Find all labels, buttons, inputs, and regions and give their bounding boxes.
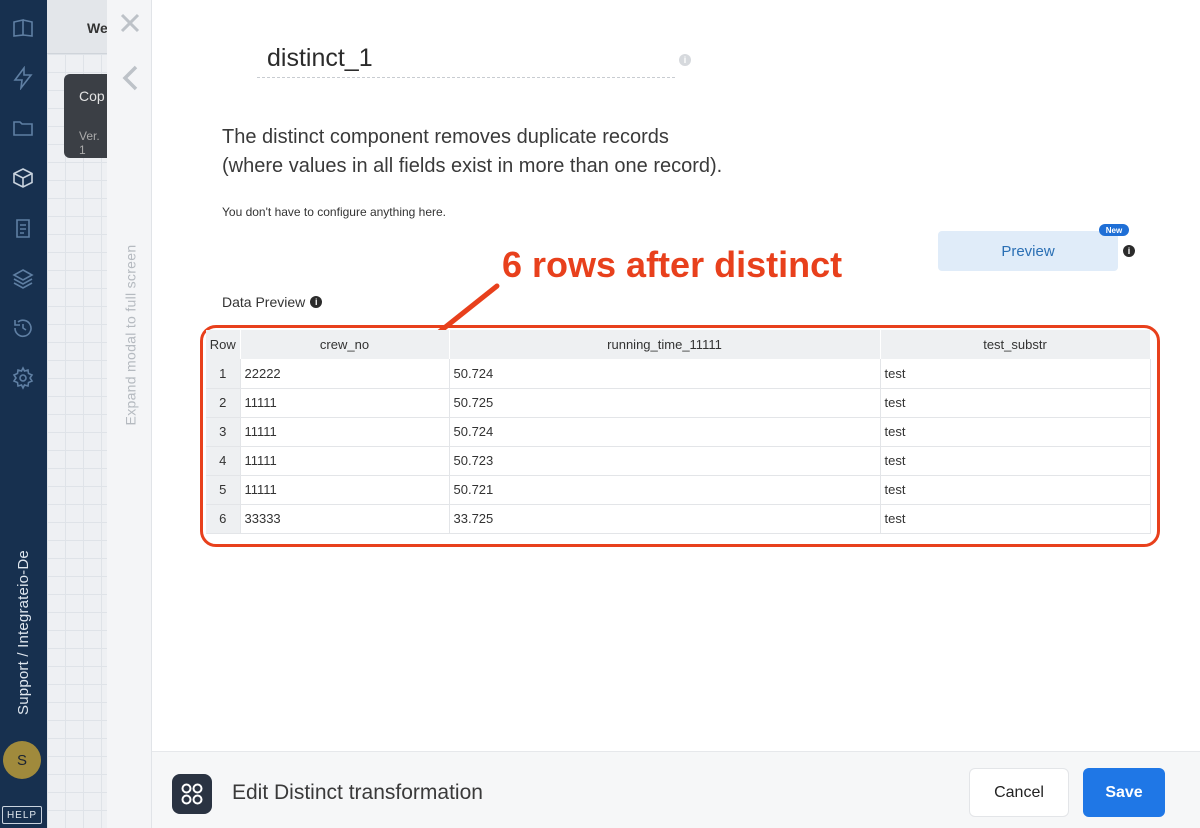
table-cell: 11111 — [240, 417, 450, 447]
info-icon[interactable]: i — [679, 54, 691, 66]
table-header-row: Row crew_no running_time_11111 test_subs… — [206, 330, 1151, 359]
table-cell: 50.721 — [449, 475, 881, 505]
table-cell: 33333 — [240, 504, 450, 534]
table-cell: 22222 — [240, 359, 450, 389]
organization-label[interactable]: Support / Integrateio-De — [4, 542, 42, 722]
column-header: test_substr — [880, 330, 1151, 359]
row-number: 5 — [206, 475, 241, 505]
row-number: 2 — [206, 388, 241, 418]
table-cell: 50.725 — [449, 388, 881, 418]
package-icon[interactable] — [9, 164, 37, 192]
row-number: 3 — [206, 417, 241, 447]
expand-modal-button[interactable]: Expand modal to full screen — [108, 230, 152, 440]
table-cell: 50.724 — [449, 359, 881, 389]
component-name-wrapper — [257, 42, 675, 78]
row-number: 6 — [206, 504, 241, 534]
table-row: 3 11111 50.724 test — [206, 417, 1151, 447]
background-tab: We — [47, 0, 108, 54]
modal-footer: Edit Distinct transformation Cancel Save — [152, 751, 1200, 828]
table-cell: test — [880, 446, 1151, 476]
description-line: The distinct component removes duplicate… — [222, 126, 669, 148]
config-note: You don't have to configure anything her… — [222, 205, 447, 219]
table-cell: 50.724 — [449, 417, 881, 447]
table-cell: 11111 — [240, 475, 450, 505]
cancel-button[interactable]: Cancel — [969, 768, 1069, 817]
table-cell: test — [880, 504, 1151, 534]
avatar[interactable]: S — [3, 741, 41, 779]
column-header: running_time_11111 — [449, 330, 881, 359]
row-number: 4 — [206, 446, 241, 476]
table-row: 6 33333 33.725 test — [206, 504, 1151, 534]
table-row: 2 11111 50.725 test — [206, 388, 1151, 418]
table-cell: 33.725 — [449, 504, 881, 534]
data-preview-table: Row crew_no running_time_11111 test_subs… — [206, 330, 1151, 534]
column-header: crew_no — [240, 330, 450, 359]
history-icon[interactable] — [9, 314, 37, 342]
row-number: 1 — [206, 359, 241, 389]
background-card: Cop Ver. 1 — [64, 74, 107, 158]
description-line: (where values in all fields exist in mor… — [222, 155, 723, 177]
folder-icon[interactable] — [9, 114, 37, 142]
table-cell: 50.723 — [449, 446, 881, 476]
layers-icon[interactable] — [9, 264, 37, 292]
modal-panel: i The distinct component removes duplica… — [152, 0, 1200, 828]
table-cell: 11111 — [240, 446, 450, 476]
logo-icon[interactable] — [9, 14, 37, 42]
clipboard-icon[interactable] — [9, 214, 37, 242]
table-cell: test — [880, 417, 1151, 447]
settings-icon[interactable] — [9, 364, 37, 392]
annotation-text: 6 rows after distinct — [502, 244, 843, 285]
table-cell: test — [880, 388, 1151, 418]
info-icon[interactable]: i — [1123, 245, 1135, 257]
table-row: 4 11111 50.723 test — [206, 446, 1151, 476]
info-icon[interactable]: i — [310, 296, 323, 308]
table-cell: 11111 — [240, 388, 450, 418]
column-header: Row — [206, 330, 241, 359]
table-row: 1 22222 50.724 test — [206, 359, 1151, 389]
app-sidebar: Support / Integrateio-De S HELP — [0, 0, 47, 828]
distinct-transformation-icon — [172, 774, 212, 814]
component-name-input[interactable] — [267, 44, 667, 73]
table-cell: test — [880, 359, 1151, 389]
table-cell: test — [880, 475, 1151, 505]
footer-title: Edit Distinct transformation — [232, 781, 483, 804]
save-button[interactable]: Save — [1083, 768, 1165, 817]
table-row: 5 11111 50.721 test — [206, 475, 1151, 505]
new-badge: New — [1099, 224, 1129, 236]
preview-button[interactable]: Preview — [938, 231, 1118, 271]
close-icon[interactable] — [119, 12, 141, 34]
component-description: The distinct component removes duplicate… — [222, 123, 922, 181]
data-preview-label: Data Preview i — [222, 294, 323, 310]
bolt-icon[interactable] — [9, 64, 37, 92]
help-button[interactable]: HELP — [2, 806, 42, 824]
chevron-left-icon[interactable] — [119, 64, 141, 92]
